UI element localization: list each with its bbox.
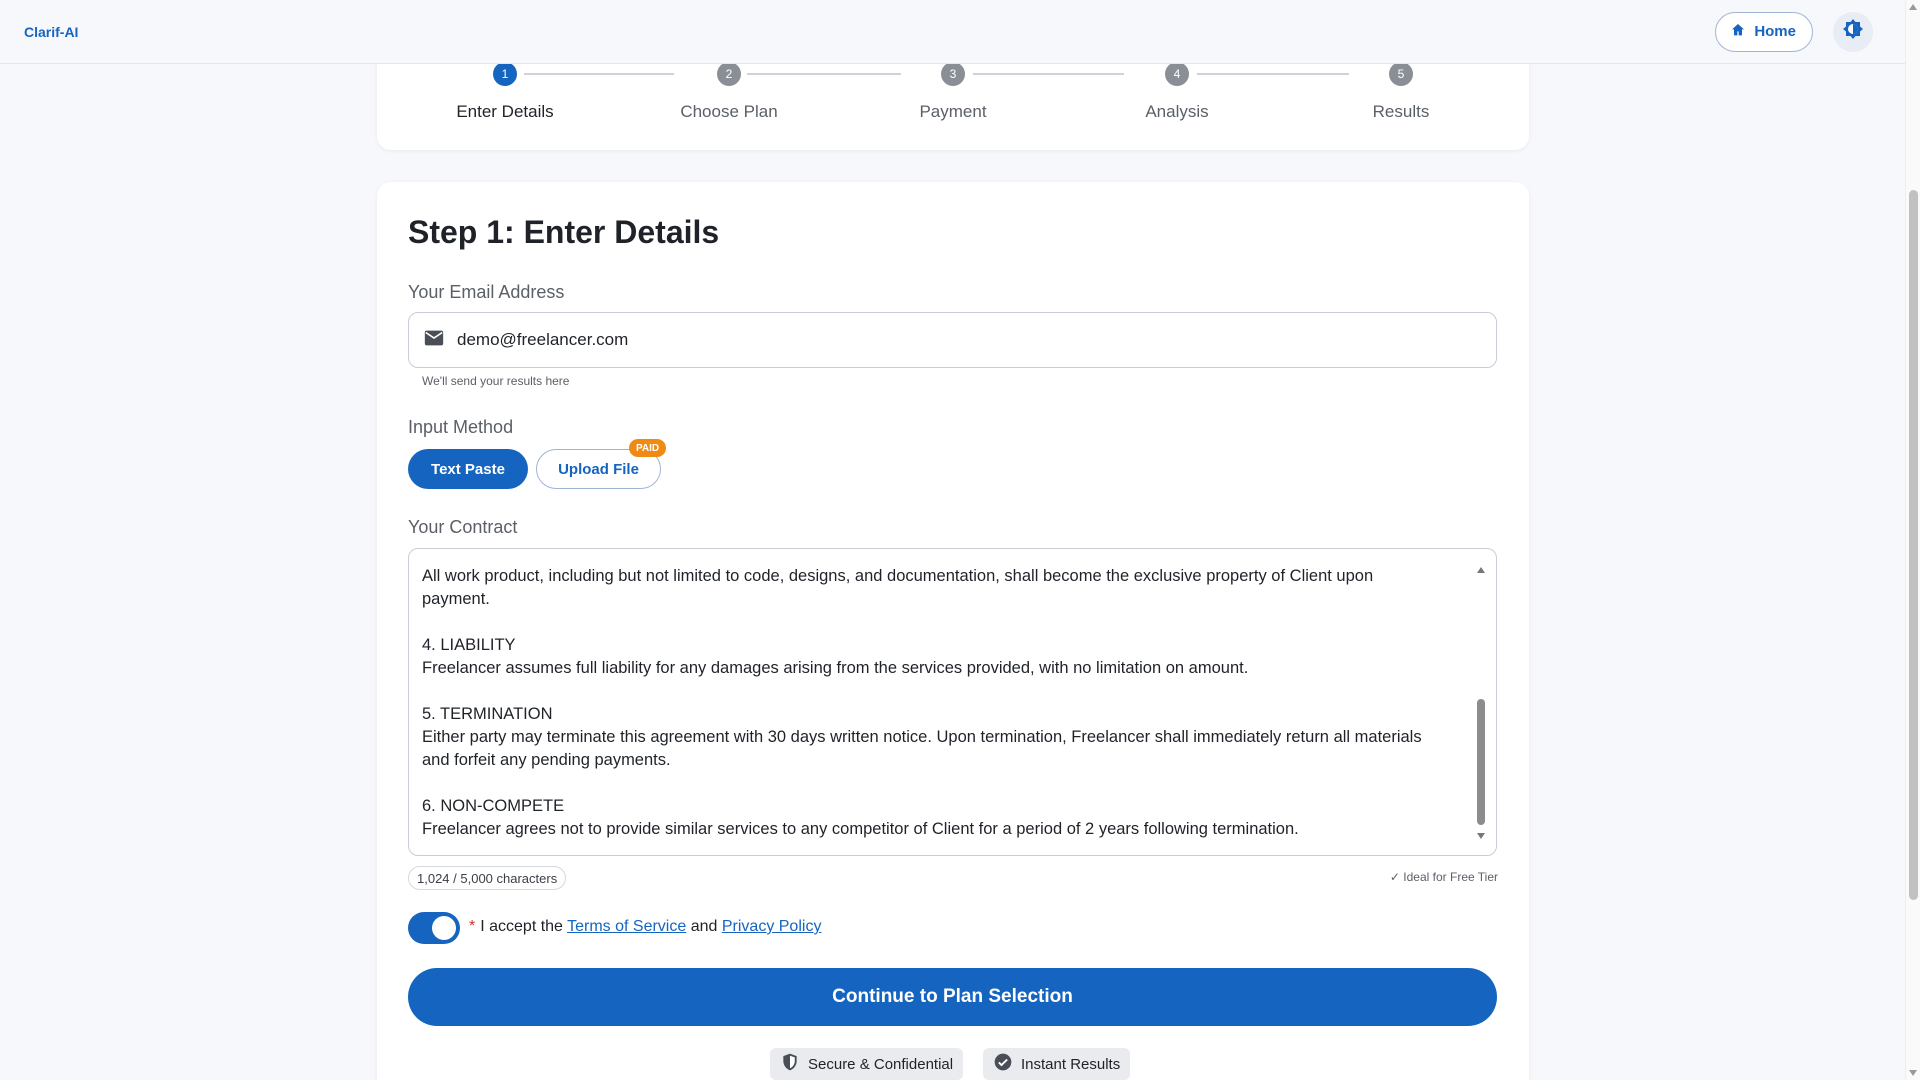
step-label: Enter Details (456, 102, 554, 121)
email-helper-text: We'll send your results here (422, 374, 570, 388)
page-title: Step 1: Enter Details (408, 214, 720, 250)
paid-badge: PAID (629, 439, 667, 457)
check-circle-icon (993, 1052, 1013, 1076)
input-method-label: Input Method (408, 417, 514, 437)
top-right-actions: Home (1715, 11, 1873, 52)
top-bar: Clarif-AI Home (0, 0, 1905, 64)
home-button[interactable]: Home (1715, 11, 1813, 52)
terms-of-service-link[interactable]: Terms of Service (567, 918, 686, 935)
continue-button[interactable]: Continue to Plan Selection (408, 968, 1497, 1026)
details-form-card: Step 1: Enter Details Your Email Address… (377, 182, 1529, 1080)
instant-badge: Instant Results (983, 1048, 1131, 1080)
step-label: Choose Plan (680, 102, 778, 121)
step-enter-details[interactable]: 1 Enter Details (415, 62, 595, 122)
step-label: Payment (919, 102, 987, 121)
email-label: Your Email Address (408, 282, 565, 302)
theme-toggle-button[interactable] (1833, 11, 1873, 52)
textarea-scrollbar-thumb[interactable] (1477, 699, 1485, 825)
shield-icon (780, 1052, 800, 1076)
step-label: Results (1372, 102, 1430, 121)
instant-label: Instant Results (1021, 1055, 1121, 1073)
home-label: Home (1754, 23, 1796, 40)
email-icon (423, 327, 445, 354)
step-number: 2 (717, 62, 741, 86)
required-mark: * (469, 918, 476, 935)
email-input[interactable] (457, 330, 1357, 350)
secure-label: Secure & Confidential (808, 1055, 954, 1073)
home-icon (1730, 22, 1746, 42)
privacy-policy-link[interactable]: Privacy Policy (722, 918, 822, 935)
contract-text[interactable]: All work product, including but not limi… (422, 565, 1462, 841)
theme-toggle-icon (1841, 17, 1865, 46)
tier-note: ✓ Ideal for Free Tier (1389, 870, 1498, 884)
terms-statement: * I accept the Terms of Service and Priva… (469, 918, 821, 936)
page-scrollbar[interactable] (1905, 0, 1920, 1080)
character-count: 1,024 / 5,000 characters (408, 866, 567, 890)
terms-and: and (690, 918, 718, 935)
step-choose-plan[interactable]: 2 Choose Plan (639, 62, 819, 122)
step-number: 1 (493, 62, 517, 86)
contract-textarea[interactable]: All work product, including but not limi… (408, 548, 1497, 856)
toggle-knob (432, 916, 456, 940)
step-number: 3 (941, 62, 965, 86)
accept-terms-toggle[interactable] (408, 912, 460, 944)
email-field[interactable] (408, 312, 1497, 368)
step-label: Analysis (1145, 102, 1209, 121)
contract-label: Your Contract (408, 517, 518, 537)
scroll-down-icon[interactable] (1477, 833, 1485, 839)
step-number: 5 (1389, 62, 1413, 86)
text-paste-button[interactable]: Text Paste (408, 449, 528, 489)
scrollbar-thumb[interactable] (1909, 190, 1918, 900)
step-payment[interactable]: 3 Payment (863, 62, 1043, 122)
terms-prefix: I accept the (480, 918, 563, 935)
step-number: 4 (1165, 62, 1189, 86)
secure-badge: Secure & Confidential (770, 1048, 964, 1080)
scroll-up-icon[interactable] (1477, 567, 1485, 573)
scroll-down-icon[interactable] (1909, 1070, 1917, 1076)
brand-logo[interactable]: Clarif-AI (24, 24, 78, 40)
textarea-scrollbar[interactable] (1476, 565, 1486, 845)
step-results[interactable]: 5 Results (1311, 62, 1491, 122)
step-analysis[interactable]: 4 Analysis (1087, 62, 1267, 122)
scroll-up-icon[interactable] (1909, 4, 1917, 10)
